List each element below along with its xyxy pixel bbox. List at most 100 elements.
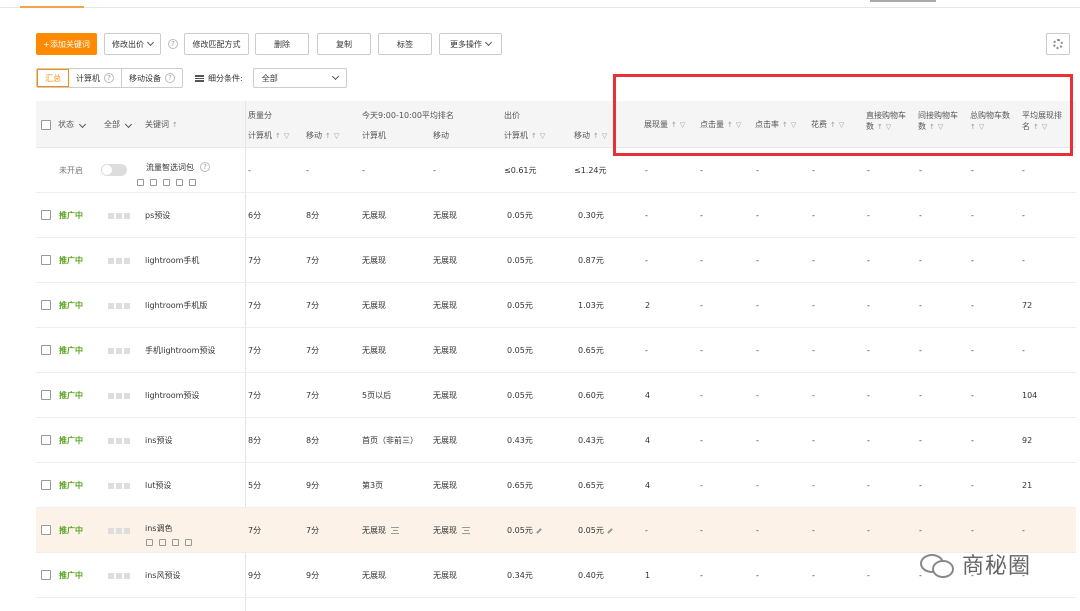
status-text: 推广中 xyxy=(59,391,83,400)
impressions-header[interactable]: 展现量 ↑ ▽ xyxy=(644,119,685,131)
indirect-cart-header[interactable]: 间接购物车数 ↑ ▽ xyxy=(918,110,958,133)
row-checkbox[interactable] xyxy=(41,435,51,445)
bar-chart-icon[interactable] xyxy=(172,539,179,546)
bid-mobile: 0.60元 xyxy=(578,391,604,400)
row-checkbox[interactable] xyxy=(41,390,51,400)
modify-match-button[interactable]: 修改匹配方式 xyxy=(184,33,249,55)
keyword-text[interactable]: lightroom手机 xyxy=(145,238,199,283)
segment-summary[interactable]: 汇总 xyxy=(37,69,69,87)
row-checkbox[interactable] xyxy=(41,480,51,490)
wechat-icon xyxy=(918,551,954,578)
direct-cart: - xyxy=(867,436,870,445)
add-keyword-button[interactable]: +添加关键词 xyxy=(36,33,97,55)
ctr-header[interactable]: 点击率 ↑ ▽ xyxy=(755,119,796,131)
quality-pc: 9分 xyxy=(248,571,262,580)
bar-chart-icon[interactable] xyxy=(176,179,183,186)
help-icon[interactable]: ? xyxy=(200,162,210,172)
direct-cart: - xyxy=(867,256,870,265)
filter-icon[interactable] xyxy=(391,527,399,534)
help-icon[interactable]: ? xyxy=(104,73,114,83)
status-text: 推广中 xyxy=(59,571,83,580)
direct-cart: - xyxy=(867,526,870,535)
clicks-header[interactable]: 点击量 ↑ ▽ xyxy=(700,119,741,131)
enable-toggle[interactable] xyxy=(101,164,127,176)
keyword-text[interactable]: ps预设 xyxy=(145,193,170,238)
keyword-text[interactable]: lut预设 xyxy=(145,463,171,508)
more-actions-dropdown[interactable]: 更多操作 xyxy=(439,33,502,55)
rank-mobile: 无展现 xyxy=(433,256,457,265)
quality-pc: 7分 xyxy=(248,256,262,265)
table-header: 状态 全部 关键词 ↑ 质量分 计算机 ↑ ▽ 移动 ↑ ▽ 今天9:00-10:00平均… xyxy=(36,101,1076,148)
bid-mobile-header[interactable]: 移动 ↑ ▽ xyxy=(574,130,607,142)
impressions: 4 xyxy=(645,436,651,445)
status-text: 推广中 xyxy=(59,436,83,445)
table-row: 推广中 lightroom手机版 7分 7分 无展现 无展现 0.05元 1.0… xyxy=(36,283,1076,328)
avg-rank-header[interactable]: 平均展现排名 ↑ ▽ xyxy=(1022,110,1062,133)
keyword-text[interactable]: 手机lightroom预设 xyxy=(145,328,215,373)
target-icon[interactable] xyxy=(137,179,144,186)
bid-pc: 0.34元 xyxy=(507,571,533,580)
segment-computer[interactable]: 计算机? xyxy=(69,69,122,87)
cost-header[interactable]: 花费 ↑ ▽ xyxy=(811,119,844,131)
modify-bid-dropdown[interactable]: 修改出价 xyxy=(104,33,161,55)
status-text: 推广中 xyxy=(59,346,83,355)
edit-icon[interactable] xyxy=(150,179,157,186)
quality-mobile: 8分 xyxy=(306,436,320,445)
rank-pc: - xyxy=(362,166,365,175)
row-checkbox[interactable] xyxy=(41,345,51,355)
quality-group-header: 质量分 xyxy=(248,111,272,120)
filter-icon[interactable] xyxy=(462,527,470,534)
select-all-checkbox[interactable] xyxy=(41,120,51,130)
report-icon[interactable] xyxy=(189,179,196,186)
row-checkbox[interactable] xyxy=(41,570,51,580)
sort-icon[interactable]: ↑ xyxy=(172,121,178,129)
keyword-text[interactable]: lightroom手机版 xyxy=(145,283,207,328)
condition-select[interactable]: 全部 xyxy=(252,68,347,88)
row-checkbox[interactable] xyxy=(41,255,51,265)
clicks: - xyxy=(700,211,703,220)
keyword-header[interactable]: 关键词 ↑ xyxy=(145,119,178,131)
ctr: - xyxy=(756,301,759,310)
bid-pc: ≤0.61元 xyxy=(504,166,537,175)
tag-button[interactable]: 标签 xyxy=(378,33,432,55)
quality-pc: - xyxy=(248,166,251,175)
quality-pc-header[interactable]: 计算机 ↑ ▽ xyxy=(248,130,289,142)
chart-icon[interactable] xyxy=(163,179,170,186)
quality-mobile: 7分 xyxy=(306,391,320,400)
direct-cart: - xyxy=(867,346,870,355)
direct-cart: - xyxy=(867,391,870,400)
delete-button[interactable]: 删除 xyxy=(255,33,309,55)
report-icon[interactable] xyxy=(185,539,192,546)
rank-pc: 无展现 xyxy=(362,571,386,580)
keyword-text[interactable]: lightroom预设 xyxy=(145,373,199,418)
row-checkbox[interactable] xyxy=(41,525,51,535)
impressions: 2 xyxy=(645,301,651,310)
bid-pc-header[interactable]: 计算机 ↑ ▽ xyxy=(504,130,545,142)
help-icon[interactable]: ? xyxy=(165,73,175,83)
total-cart-header[interactable]: 总购物车数 ↑ ▽ xyxy=(970,110,1010,133)
trash-icon[interactable] xyxy=(159,539,166,546)
keyword-text[interactable]: ins风预设 xyxy=(145,553,180,598)
segment-mobile[interactable]: 移动设备? xyxy=(122,69,182,87)
status-header[interactable]: 状态 xyxy=(58,119,87,130)
segment-mobile-label: 移动设备 xyxy=(129,73,161,83)
table-row: 推广中 ps预设 6分 8分 无展现 无展现 0.05元 0.30元 - - -… xyxy=(36,193,1076,238)
row-checkbox[interactable] xyxy=(41,300,51,310)
quality-mobile-header[interactable]: 移动 ↑ ▽ xyxy=(306,130,339,142)
row-checkbox[interactable] xyxy=(41,210,51,220)
pencil-icon[interactable] xyxy=(606,527,613,534)
keyword-text[interactable]: ins预设 xyxy=(145,418,172,463)
copy-button[interactable]: 复制 xyxy=(317,33,371,55)
help-icon[interactable]: ? xyxy=(168,39,178,49)
rank-mobile: 无展现 xyxy=(433,301,457,310)
quality-pc: 7分 xyxy=(248,526,262,535)
total-cart: - xyxy=(971,436,974,445)
impressions: 4 xyxy=(645,391,651,400)
target-icon[interactable] xyxy=(146,539,153,546)
all-filter-header[interactable]: 全部 xyxy=(104,119,133,130)
settings-button[interactable] xyxy=(1046,33,1070,55)
impressions: - xyxy=(645,166,648,175)
direct-cart-header[interactable]: 直接购物车数 ↑ ▽ xyxy=(866,110,906,133)
filter-row: 汇总 计算机? 移动设备? 细分条件: 全部 xyxy=(36,67,347,89)
pencil-icon[interactable] xyxy=(535,527,542,534)
